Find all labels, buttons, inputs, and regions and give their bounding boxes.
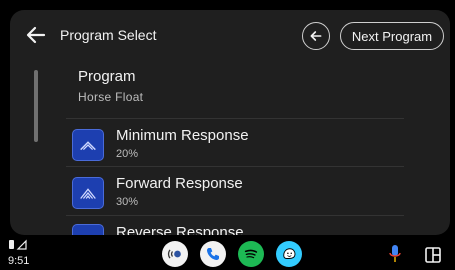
battery-icon [9, 240, 14, 249]
forward-response-icon [72, 177, 104, 209]
list-item-forward-response[interactable]: Forward Response 30% [66, 166, 404, 215]
bottom-dock: 9:51 [0, 235, 455, 270]
program-label: Program [78, 68, 136, 85]
list-item-subtitle: 30% [116, 196, 139, 208]
back-arrow-icon[interactable] [24, 23, 48, 47]
previous-program-button[interactable] [302, 22, 330, 50]
reverse-response-icon [72, 224, 104, 235]
response-icon [72, 129, 104, 161]
dashboard-layout-icon[interactable] [425, 247, 441, 263]
list-item-reverse-response[interactable]: Reverse Response [66, 215, 404, 235]
list-item-title: Minimum Response [116, 127, 249, 144]
signal-icon [16, 239, 27, 250]
arrow-left-icon [310, 31, 322, 41]
spotify-app-icon[interactable] [238, 241, 264, 267]
status-icons [8, 239, 30, 253]
clock: 9:51 [8, 255, 30, 267]
waze-app-icon[interactable] [276, 241, 302, 267]
top-bar: Program Select Next Program [10, 10, 450, 62]
status-area: 9:51 [8, 239, 30, 267]
next-program-button[interactable]: Next Program [340, 22, 444, 50]
list-item-title: Forward Response [116, 175, 243, 192]
program-select-panel: Program Select Next Program Program Hors… [10, 10, 450, 235]
audible-app-icon[interactable] [162, 241, 188, 267]
android-auto-screen: Program Select Next Program Program Hors… [0, 0, 455, 270]
list-item-title: Reverse Response [116, 224, 244, 235]
list-item-minimum-response[interactable]: Minimum Response 20% [66, 118, 404, 167]
phone-app-icon[interactable] [200, 241, 226, 267]
program-value: Horse Float [78, 90, 144, 104]
list-item-subtitle: 20% [116, 148, 139, 160]
program-header: Program Horse Float [78, 68, 143, 104]
microphone-icon[interactable] [388, 244, 402, 264]
scrollbar[interactable] [34, 70, 38, 142]
page-title: Program Select [60, 27, 157, 43]
